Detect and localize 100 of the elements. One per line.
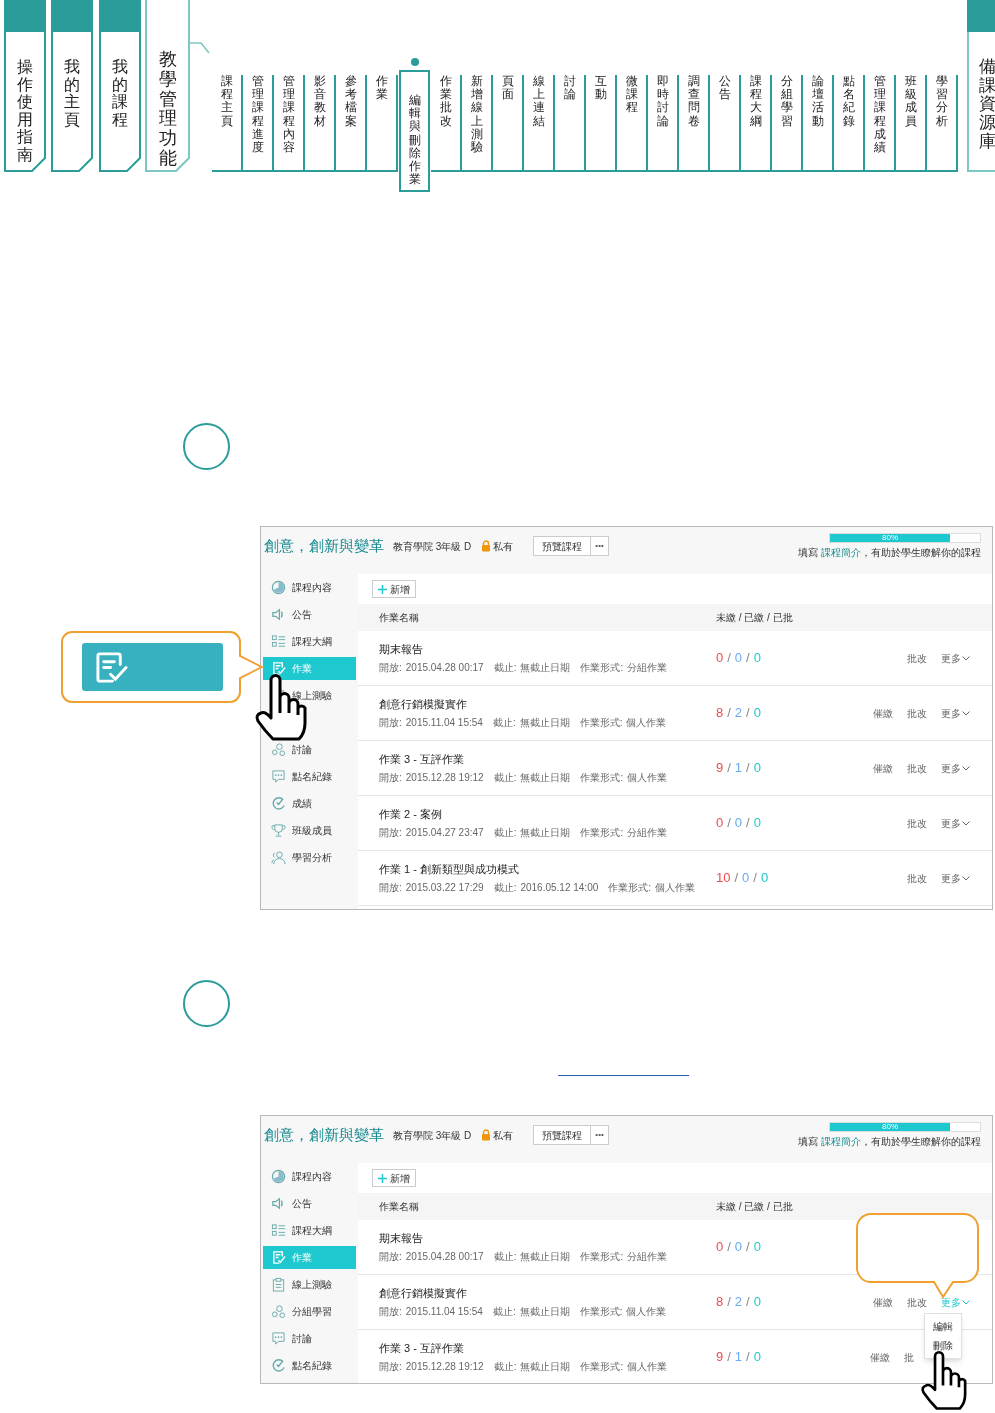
meta-value: 2015.11.04 15:54 — [405, 716, 483, 731]
meta-value: 2015.04.28 00:17 — [405, 1250, 484, 1265]
sidebar-item[interactable]: 成績 — [263, 792, 356, 815]
sidebar-label: 公告 — [292, 1197, 312, 1211]
nav-subitem-label: 影音教材 — [313, 75, 326, 130]
nav-subitem-label: 管理課程進度 — [251, 75, 264, 156]
privacy-label: 私有 — [493, 1128, 514, 1143]
nav-tab[interactable]: 操作使用指南 — [4, 0, 46, 172]
nav-tab[interactable]: 我的主頁 — [51, 0, 93, 172]
nav-subitem[interactable]: 互動 — [586, 75, 617, 172]
sidebar-item[interactable]: 課程大綱 — [263, 630, 356, 653]
row-action-link[interactable]: 批改 — [907, 760, 927, 776]
sidebar-item[interactable]: 線上測驗 — [263, 1273, 356, 1296]
nav-subitem[interactable]: 作業批改 — [431, 75, 462, 172]
nav-subitem[interactable]: 線上連結 — [524, 75, 555, 172]
nav-subitem[interactable]: 管理課程進度 — [243, 75, 274, 172]
row-action-link[interactable]: 催繳 — [873, 760, 893, 776]
sidebar-item[interactable]: 課程內容 — [263, 1165, 356, 1188]
nav-subitem[interactable]: 課程主頁 — [212, 75, 243, 172]
profile-hint: 填寫 課程簡介，有助於學生瞭解你的課程 — [798, 1134, 981, 1149]
assignment-title: 創意行銷模擬實作 — [379, 696, 468, 712]
submission-count: 0 — [760, 869, 769, 888]
nav-subitem[interactable]: 討論 — [555, 75, 586, 172]
meta-label: 截止: — [493, 771, 517, 786]
more-button[interactable]: ••• — [591, 536, 609, 556]
preview-button[interactable]: 預覽課程 — [533, 536, 592, 556]
sidebar-item[interactable]: 公告 — [263, 603, 356, 626]
course-intro-link[interactable]: 課程簡介 — [821, 1135, 861, 1147]
row-action-link[interactable]: 批改 — [907, 870, 927, 886]
row-action-link[interactable]: 批改 — [907, 1294, 927, 1310]
more-dropdown[interactable]: 更多 — [941, 870, 970, 886]
more-dropdown[interactable]: 更多 — [941, 650, 970, 666]
nav-subitem-label: 分組學習 — [780, 75, 793, 130]
nav-tab[interactable]: 備課資源庫 — [967, 0, 995, 172]
nav-subitem[interactable]: 管理課程內容 — [274, 75, 305, 172]
add-label: 新增 — [390, 1171, 410, 1186]
row-action-link[interactable]: 批 — [904, 1349, 914, 1365]
nav-subitem[interactable]: 頁面 — [493, 75, 524, 172]
sidebar-item[interactable]: 討論 — [263, 1327, 356, 1350]
nav-tab[interactable]: 教學管理功能 — [145, 0, 190, 172]
sidebar-item[interactable]: 學習分析 — [263, 846, 356, 869]
menu-item[interactable]: 刪除 — [933, 1338, 953, 1353]
submission-count: 0 — [753, 814, 761, 833]
nav-subitem[interactable]: 管理課程成績 — [865, 75, 896, 172]
nav-subitem[interactable]: 作業 — [367, 75, 398, 172]
sidebar-item[interactable]: 點名紀錄 — [263, 765, 356, 788]
count-separator: / — [734, 869, 739, 888]
sidebar-item[interactable]: 公告 — [263, 1192, 356, 1215]
row-action-link[interactable]: 催繳 — [873, 705, 893, 721]
count-separator: / — [727, 704, 731, 723]
nav-subitem[interactable]: 分組學習 — [772, 75, 803, 172]
nav-subitem[interactable]: 參考檔案 — [336, 75, 367, 172]
nav-subitem[interactable]: 論壇活動 — [803, 75, 834, 172]
sidebar-item[interactable]: 班級成員 — [263, 819, 356, 842]
meta-label: 開放: — [379, 826, 402, 841]
add-button[interactable]: 新增 — [372, 1169, 416, 1187]
nav-tab[interactable]: 我的課程 — [99, 0, 141, 172]
nav-subitem[interactable]: 點名紀錄 — [834, 75, 865, 172]
nav-subitem-label: 課程大綱 — [749, 75, 762, 130]
add-button[interactable]: 新增 — [372, 580, 416, 598]
preview-button[interactable]: 預覽課程 — [533, 1125, 592, 1145]
meta-label: 作業形式: — [580, 771, 624, 786]
nav-subitem[interactable]: 學習分析 — [927, 75, 958, 172]
nav-subitem[interactable]: 班級成員 — [896, 75, 927, 172]
nav-subitem[interactable]: 公告 — [710, 75, 741, 172]
nav-subitem[interactable]: 課程大綱 — [741, 75, 772, 172]
sidebar-label: 點名紀錄 — [292, 770, 332, 784]
submission-count: 8 — [716, 704, 724, 723]
meta-label: 截止: — [493, 826, 517, 841]
sidebar-item[interactable]: 課程大綱 — [263, 1219, 356, 1242]
nav-subitem[interactable]: 調查問卷 — [679, 75, 710, 172]
submission-count: 0 — [716, 649, 724, 668]
nav-subitem[interactable]: 影音教材 — [305, 75, 336, 172]
more-button[interactable]: ••• — [591, 1125, 609, 1145]
course-intro-link[interactable]: 課程簡介 — [821, 546, 861, 558]
sidebar-label: 課程內容 — [292, 581, 332, 595]
nav-subitem[interactable]: 即時討論 — [648, 75, 679, 172]
more-dropdown[interactable]: 更多 — [941, 705, 970, 721]
row-action-link[interactable]: 催繳 — [873, 1294, 893, 1310]
meta-label: 開放: — [379, 1250, 402, 1265]
sidebar-item[interactable]: 點名紀錄 — [263, 1354, 356, 1377]
row-action-link[interactable]: 批改 — [907, 815, 927, 831]
nav-subitem-label: 作業 — [375, 75, 388, 104]
meta-label: 截止: — [493, 1360, 517, 1375]
row-action-link[interactable]: 催繳 — [870, 1349, 890, 1365]
submission-count: 2 — [734, 704, 743, 723]
count-separator: / — [746, 814, 750, 833]
nav-tab-label: 備課資源庫 — [979, 58, 995, 153]
nav-subitem[interactable]: 微課程 — [617, 75, 648, 172]
more-dropdown[interactable]: 更多 — [941, 815, 970, 831]
submission-count: 2 — [734, 1293, 743, 1312]
row-action-link[interactable]: 批改 — [907, 650, 927, 666]
count-separator: / — [727, 649, 731, 668]
nav-subitem[interactable]: 新增線上測驗 — [462, 75, 493, 172]
sidebar-item[interactable]: 分組學習 — [263, 1300, 356, 1323]
row-action-link[interactable]: 批改 — [907, 705, 927, 721]
more-dropdown[interactable]: 更多 — [941, 760, 970, 776]
menu-item[interactable]: 編輯 — [933, 1319, 953, 1334]
sidebar-item[interactable]: 課程內容 — [263, 576, 356, 599]
nav-subitem-label: 參考檔案 — [344, 75, 357, 130]
